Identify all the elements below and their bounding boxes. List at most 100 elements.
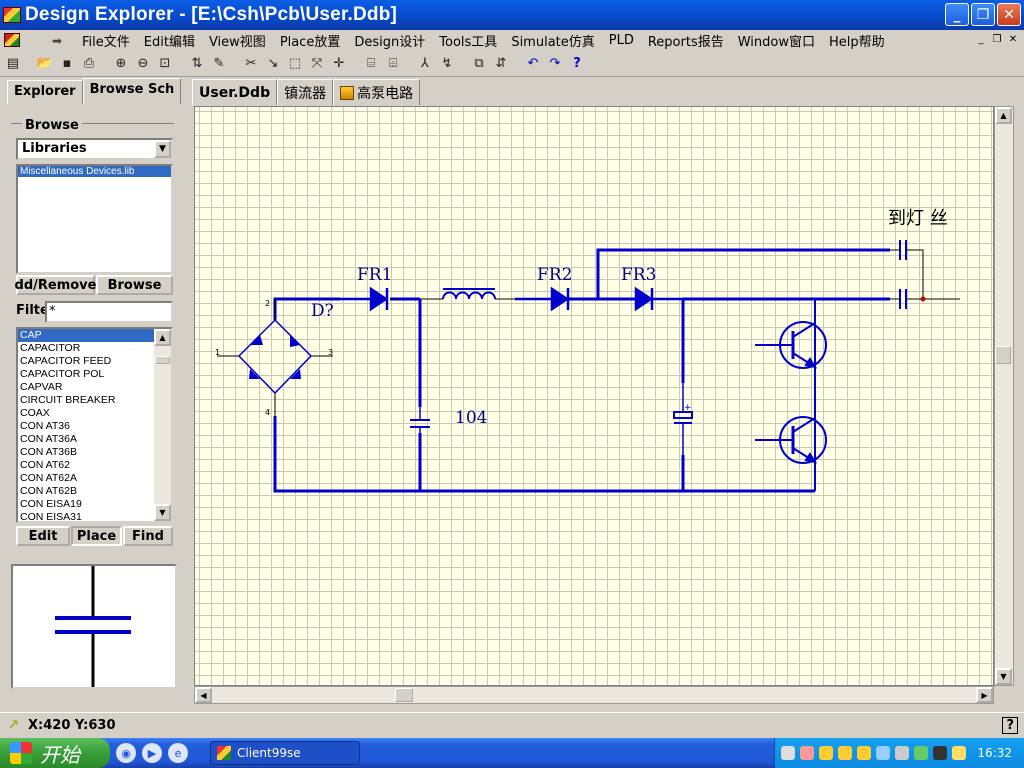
menu-help[interactable]: Help帮助 [829,31,885,50]
keyboard-icon[interactable] [781,746,796,760]
scroll-up-icon[interactable]: ▲ [154,329,171,346]
scroll-thumb[interactable] [155,356,170,364]
scroll-up-icon[interactable]: ▲ [995,107,1012,124]
maximize-button[interactable]: ❐ [971,3,995,26]
browse-select[interactable]: Libraries ▼ [16,138,173,160]
zoom-out-icon[interactable]: ⊖ [134,55,152,73]
redo-icon[interactable]: ↷ [546,55,564,73]
print-icon[interactable]: ⎙ [80,55,98,73]
tab-explorer[interactable]: Explorer [7,80,83,104]
undo-icon[interactable]: ↶ [524,55,542,73]
menu-design[interactable]: Design设计 [354,31,425,50]
volume-icon[interactable] [895,746,910,760]
menu-edit[interactable]: Edit编辑 [144,31,195,50]
increment-icon[interactable]: ⅄ [416,55,434,73]
schematic-canvas[interactable]: + FR1 D? FR2 FR3 104 到灯 丝 1 2 3 4 [194,106,994,686]
library-item[interactable]: Miscellaneous Devices.lib [18,166,171,177]
menu-window[interactable]: Window窗口 [738,31,815,50]
add-remove-button[interactable]: dd/Remove [15,275,96,295]
menu-view[interactable]: View视图 [209,31,266,50]
component-list-scrollbar[interactable]: ▲ ▼ [154,329,171,521]
desktop-icon[interactable]: ◉ [116,743,136,763]
tab-pump-circuit[interactable]: 高泵电路 [333,79,421,105]
cut-icon[interactable]: ✂ [242,55,260,73]
list-item[interactable]: CON AT36 [18,420,171,433]
design-manager-icon[interactable]: ▤ [4,55,22,73]
find-button[interactable]: Find [123,526,173,546]
scroll-left-icon[interactable]: ◀ [195,687,212,703]
library-list[interactable]: Miscellaneous Devices.lib [16,164,173,274]
network-icon[interactable] [876,746,891,760]
doc-close-button[interactable]: ✕ [1006,32,1020,46]
move-icon[interactable]: ✛ [330,55,348,73]
qq-icon[interactable] [838,746,853,760]
tray-app-icon[interactable] [800,746,815,760]
chevron-down-icon[interactable]: ▼ [154,140,171,158]
vertical-scrollbar[interactable]: ▲ ▼ [994,106,1014,686]
minimize-button[interactable]: _ [945,3,969,26]
list-item[interactable]: CAPVAR [18,381,171,394]
list-item[interactable]: CAPACITOR FEED [18,355,171,368]
save-icon[interactable]: ▪ [58,55,76,73]
list-item[interactable]: CAPACITOR [18,342,171,355]
library-icon[interactable]: ⌸ [362,55,380,73]
place-button[interactable]: Place [71,526,122,546]
menu-pld[interactable]: PLD [609,33,634,48]
tray-app-icon[interactable] [933,746,948,760]
scroll-right-icon[interactable]: ▶ [976,687,993,703]
media-player-icon[interactable]: ▶ [142,743,162,763]
simulate-icon[interactable]: ⧉ [470,55,488,73]
tray-app-icon[interactable] [952,746,967,760]
scroll-down-icon[interactable]: ▼ [995,668,1012,685]
list-item[interactable]: CON AT62A [18,472,171,485]
list-item[interactable]: CON AT62B [18,485,171,498]
setup-icon[interactable]: ⇵ [492,55,510,73]
help-status-icon[interactable]: ? [1002,717,1018,734]
list-item[interactable]: CAP [18,329,154,342]
arrow-icon[interactable]: ➡ [52,34,78,48]
zoom-fit-icon[interactable]: ⊡ [156,55,174,73]
list-item[interactable]: CIRCUIT BREAKER [18,394,171,407]
title-bar[interactable]: Design Explorer - [E:\Csh\Pcb\User.Ddb] … [0,0,1024,30]
start-button[interactable]: 开始 [0,738,110,768]
qq-icon[interactable] [819,746,834,760]
clock[interactable]: 16:32 [977,746,1012,760]
list-item[interactable]: CON AT36A [18,433,171,446]
menu-reports[interactable]: Reports报告 [648,31,724,50]
list-item[interactable]: CON AT62 [18,459,171,472]
edit-button[interactable]: Edit [16,526,70,546]
select-icon[interactable]: ⬚ [286,55,304,73]
menu-place[interactable]: Place放置 [280,31,341,50]
hierarchy-icon[interactable]: ⇅ [188,55,206,73]
component-list[interactable]: CAP CAPACITOR CAPACITOR FEED CAPACITOR P… [16,327,173,523]
browser-icon[interactable]: e [168,743,188,763]
app-icon[interactable] [3,7,21,23]
open-icon[interactable]: 📂 [36,55,54,73]
list-item[interactable]: COAX [18,407,171,420]
menu-file[interactable]: File文件 [82,31,130,50]
list-item[interactable]: CAPACITOR POL [18,368,171,381]
wire-icon[interactable]: ↯ [438,55,456,73]
deselect-icon[interactable]: ⤧ [308,55,326,73]
zoom-in-icon[interactable]: ⊕ [112,55,130,73]
doc-restore-button[interactable]: ❐ [990,32,1004,46]
filter-input[interactable]: * [45,301,173,323]
list-item[interactable]: CON AT36B [18,446,171,459]
menu-tools[interactable]: Tools工具 [439,31,497,50]
scroll-down-icon[interactable]: ▼ [154,504,171,521]
scroll-thumb[interactable] [995,346,1011,364]
list-item[interactable]: CON EISA19 [18,498,171,511]
document-icon[interactable] [4,33,20,47]
doc-minimize-button[interactable]: _ [974,32,988,46]
security-icon[interactable] [914,746,929,760]
taskbar-item-client99se[interactable]: Client99se [210,741,360,765]
cross-probe-icon[interactable]: ✎ [210,55,228,73]
qq-icon[interactable] [857,746,872,760]
close-button[interactable]: ✕ [997,3,1021,26]
tab-user-ddb[interactable]: User.Ddb [192,79,278,105]
browse-library-icon[interactable]: ⌹ [384,55,402,73]
tab-browse-sch[interactable]: Browse Sch [82,78,182,104]
menu-simulate[interactable]: Simulate仿真 [511,31,594,50]
help-icon[interactable]: ? [568,55,586,73]
browse-button[interactable]: Browse [96,275,173,295]
